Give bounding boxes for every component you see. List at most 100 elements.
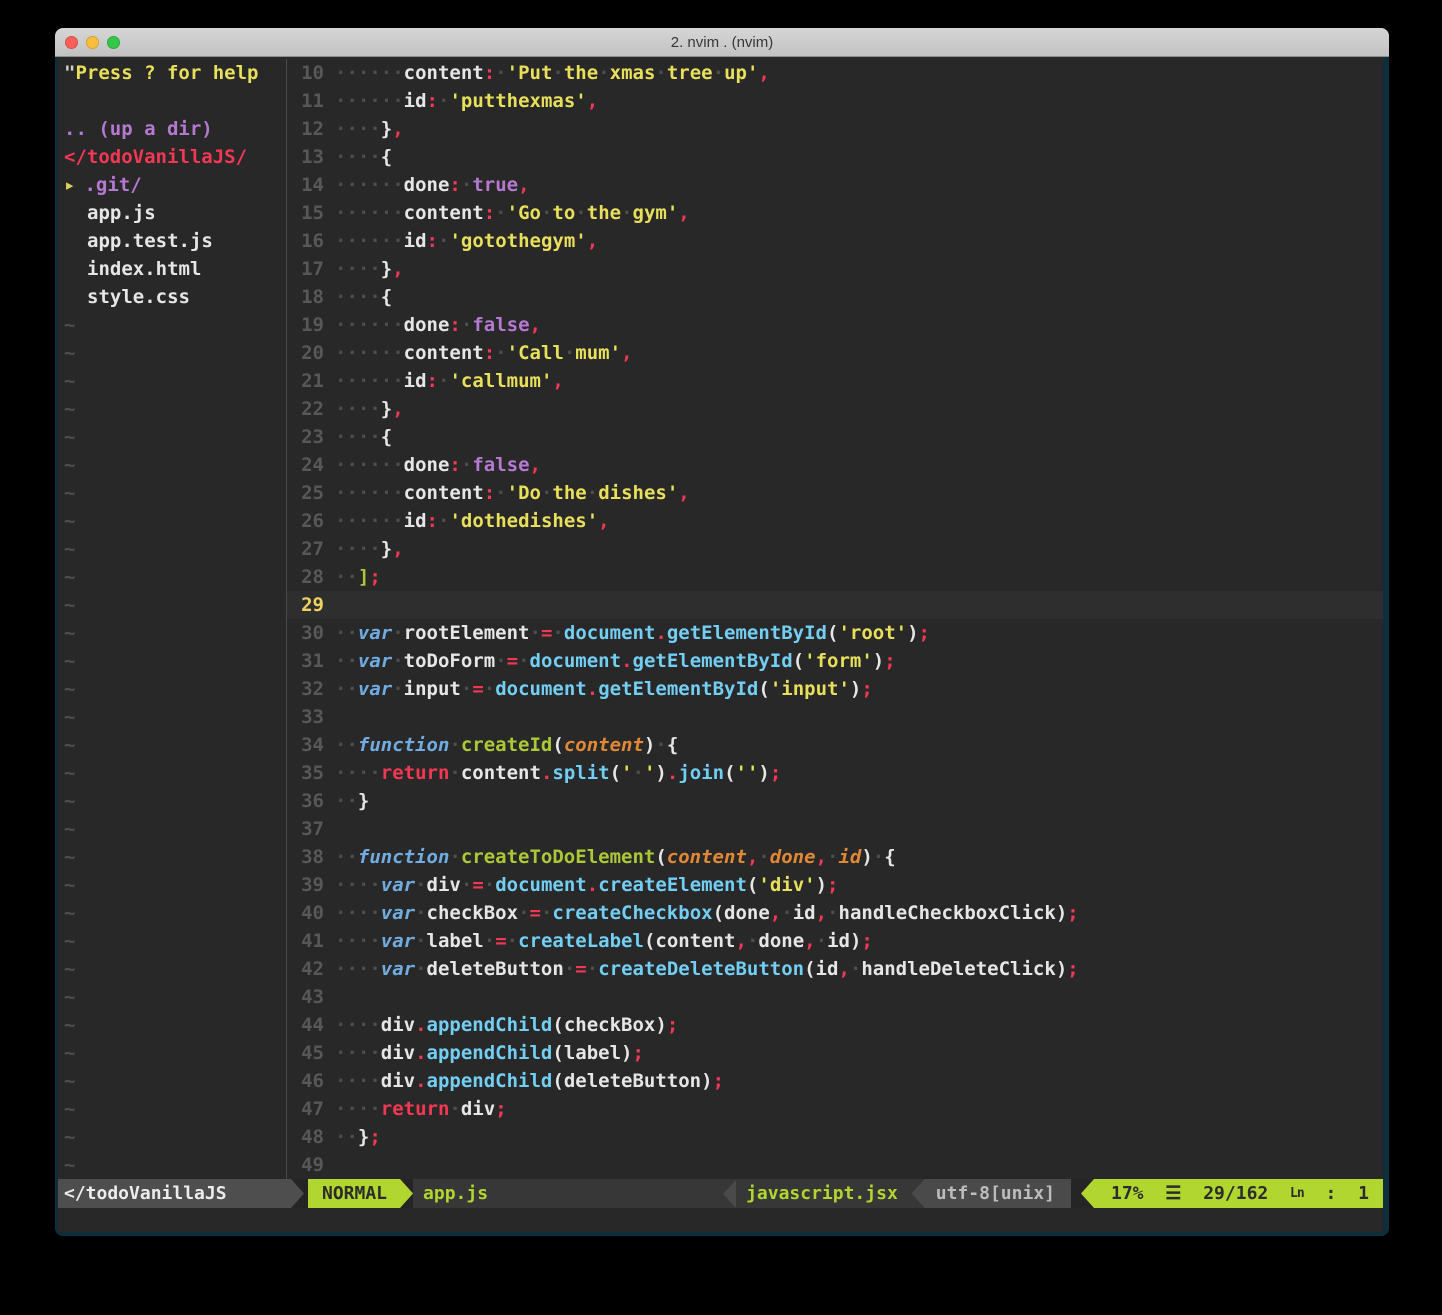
empty-buffer-tilde: ~ (58, 395, 286, 423)
sidebar-item-style.css[interactable]: style.css (58, 283, 286, 311)
code-line-40[interactable]: 40····var·checkBox·=·createCheckbox(done… (287, 899, 1383, 927)
code-line-42[interactable]: 42····var·deleteButton·=·createDeleteBut… (287, 955, 1383, 983)
code-line-19[interactable]: 19······done:·false, (287, 311, 1383, 339)
sidebar-item-app.test.js[interactable]: app.test.js (58, 227, 286, 255)
code-line-44[interactable]: 44····div.appendChild(checkBox); (287, 1011, 1383, 1039)
sidebar-item-label: </todoVanillaJS/ (64, 146, 247, 168)
line-number: 49 (287, 1151, 335, 1179)
sidebar-item-..-up-a-dir-[interactable]: .. (up a dir) (58, 115, 286, 143)
statusline-tree-path: </todoVanillaJS (58, 1179, 304, 1208)
code-line-32[interactable]: 32··var·input·=·document.getElementById(… (287, 675, 1383, 703)
sidebar-item-index.html[interactable]: index.html (58, 255, 286, 283)
line-number: 44 (287, 1011, 335, 1039)
code-line-30[interactable]: 30··var·rootElement·=·document.getElemen… (287, 619, 1383, 647)
code-line-22[interactable]: 22····}, (287, 395, 1383, 423)
code-line-43[interactable]: 43 (287, 983, 1383, 1011)
sidebar-item--todovanillajs-[interactable]: </todoVanillaJS/ (58, 143, 286, 171)
empty-buffer-tilde: ~ (58, 731, 286, 759)
code-line-20[interactable]: 20······content:·'Call·mum', (287, 339, 1383, 367)
code-line-12[interactable]: 12····}, (287, 115, 1383, 143)
code-line-48[interactable]: 48··}; (287, 1123, 1383, 1151)
code-line-41[interactable]: 41····var·label·=·createLabel(content,·d… (287, 927, 1383, 955)
code-line-45[interactable]: 45····div.appendChild(label); (287, 1039, 1383, 1067)
code-line-26[interactable]: 26······id:·'dothedishes', (287, 507, 1383, 535)
nerdtree-help-line: "Press ? for help (58, 59, 286, 87)
line-number: 21 (287, 367, 335, 395)
code-line-10[interactable]: 10······content:·'Put·the·xmas·tree·up', (287, 59, 1383, 87)
code-line-11[interactable]: 11······id:·'putthexmas', (287, 87, 1383, 115)
line-number-icon: Ln (1290, 1179, 1304, 1208)
code-line-28[interactable]: 28··]; (287, 563, 1383, 591)
empty-buffer-tilde: ~ (58, 311, 286, 339)
code-line-29[interactable]: 29 (287, 591, 1383, 619)
code-line-37[interactable]: 37 (287, 815, 1383, 843)
line-number: 11 (287, 87, 335, 115)
line-number: 42 (287, 955, 335, 983)
empty-buffer-tilde: ~ (58, 563, 286, 591)
line-number: 29 (287, 591, 335, 619)
empty-buffer-tilde: ~ (58, 423, 286, 451)
command-line[interactable] (58, 1208, 1383, 1232)
code-text: ····{ (335, 283, 392, 311)
nerdtree-sidebar[interactable]: "Press ? for help .. (up a dir) </todoVan… (58, 59, 287, 1179)
code-line-46[interactable]: 46····div.appendChild(deleteButton); (287, 1067, 1383, 1095)
code-line-49[interactable]: 49 (287, 1151, 1383, 1179)
code-line-47[interactable]: 47····return·div; (287, 1095, 1383, 1123)
editor-buffer[interactable]: 10······content:·'Put·the·xmas·tree·up',… (287, 59, 1383, 1179)
line-number: 40 (287, 899, 335, 927)
line-number: 17 (287, 255, 335, 283)
empty-buffer-tilde: ~ (58, 1151, 286, 1179)
line-number: 28 (287, 563, 335, 591)
line-number: 15 (287, 199, 335, 227)
empty-buffer-tilde: ~ (58, 843, 286, 871)
code-line-36[interactable]: 36··} (287, 787, 1383, 815)
code-line-38[interactable]: 38··function·createToDoElement(content,·… (287, 843, 1383, 871)
code-text: ····}, (335, 115, 404, 143)
chevron-left-icon (723, 1180, 736, 1208)
code-line-17[interactable]: 17····}, (287, 255, 1383, 283)
code-text: ····var·checkBox·=·createCheckbox(done,·… (335, 899, 1079, 927)
line-number: 25 (287, 479, 335, 507)
dir-expand-arrow-icon[interactable]: ▸ (64, 174, 75, 196)
code-line-39[interactable]: 39····var·div·=·document.createElement('… (287, 871, 1383, 899)
code-text: ····{ (335, 423, 392, 451)
code-text: ······id:·'gotothegym', (335, 227, 598, 255)
statusline-position-segment: 17% ☰ 29/162 Ln : 1 (1081, 1179, 1383, 1208)
code-line-13[interactable]: 13····{ (287, 143, 1383, 171)
code-text: ····}, (335, 535, 404, 563)
empty-buffer-tilde: ~ (58, 787, 286, 815)
code-line-31[interactable]: 31··var·toDoForm·=·document.getElementBy… (287, 647, 1383, 675)
empty-buffer-tilde: ~ (58, 1095, 286, 1123)
code-text: ··} (335, 787, 369, 815)
code-line-15[interactable]: 15······content:·'Go·to·the·gym', (287, 199, 1383, 227)
line-number: 47 (287, 1095, 335, 1123)
sidebar-item-.git-[interactable]: ▸.git/ (58, 171, 286, 199)
terminal-window: 2. nvim . (nvim) "Press ? for help .. (u… (55, 28, 1389, 1236)
sidebar-item-label: app.js (87, 202, 156, 224)
code-line-14[interactable]: 14······done:·true, (287, 171, 1383, 199)
sidebar-item-app.js[interactable]: app.js (58, 199, 286, 227)
code-line-33[interactable]: 33 (287, 703, 1383, 731)
code-line-34[interactable]: 34··function·createId(content)·{ (287, 731, 1383, 759)
code-line-18[interactable]: 18····{ (287, 283, 1383, 311)
code-text: ····var·deleteButton·=·createDeleteButto… (335, 955, 1079, 983)
line-number: 45 (287, 1039, 335, 1067)
position-colon: : (1325, 1179, 1336, 1208)
code-line-24[interactable]: 24······done:·false, (287, 451, 1383, 479)
code-text: ····div.appendChild(deleteButton); (335, 1067, 724, 1095)
code-text: ······done:·true, (335, 171, 530, 199)
line-number: 23 (287, 423, 335, 451)
line-number: 18 (287, 283, 335, 311)
code-line-25[interactable]: 25······content:·'Do·the·dishes', (287, 479, 1383, 507)
window-title: 2. nvim . (nvim) (55, 34, 1389, 51)
line-number: 12 (287, 115, 335, 143)
code-line-16[interactable]: 16······id:·'gotothegym', (287, 227, 1383, 255)
code-line-27[interactable]: 27····}, (287, 535, 1383, 563)
code-text: ····div.appendChild(label); (335, 1039, 644, 1067)
statusline-encoding: utf-8[unix] (912, 1179, 1071, 1208)
code-line-21[interactable]: 21······id:·'callmum', (287, 367, 1383, 395)
code-line-35[interactable]: 35····return·content.split('·').join('')… (287, 759, 1383, 787)
titlebar[interactable]: 2. nvim . (nvim) (55, 28, 1389, 57)
code-line-23[interactable]: 23····{ (287, 423, 1383, 451)
sidebar-item-label: index.html (87, 258, 201, 280)
